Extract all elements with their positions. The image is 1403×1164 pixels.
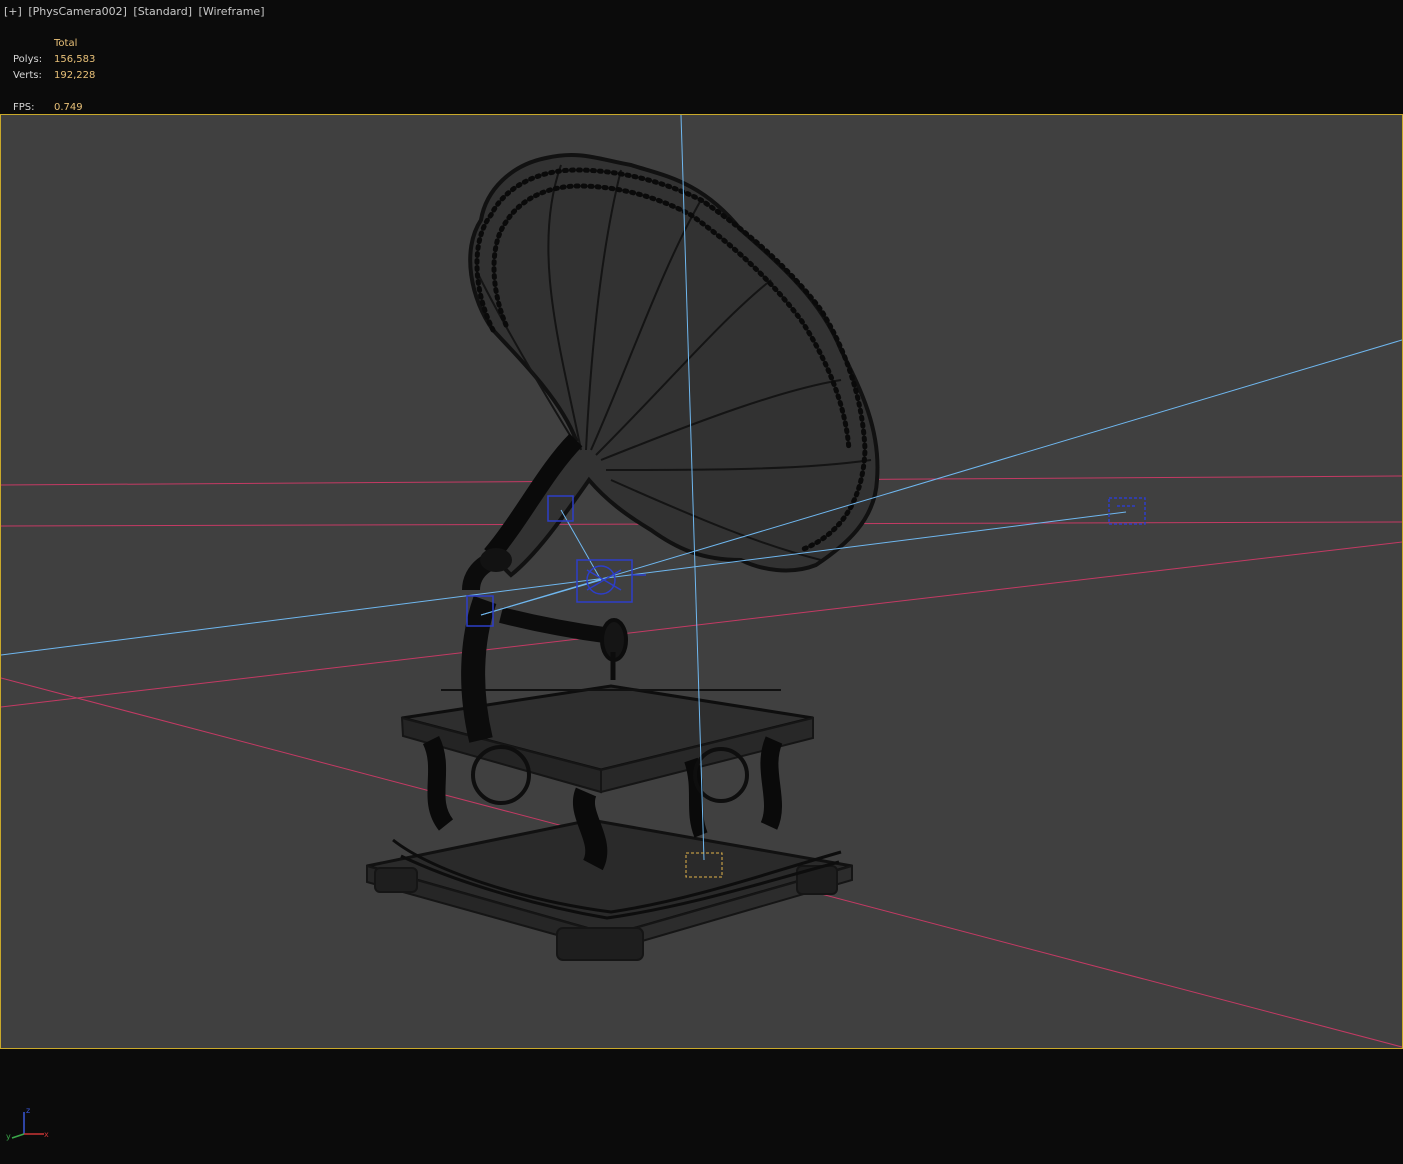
gramophone-horn[interactable]: [468, 153, 880, 578]
verts-label: Verts:: [13, 70, 42, 81]
axis-y-label: y: [6, 1132, 11, 1141]
world-axis-gizmo: z x y: [4, 1104, 56, 1144]
viewport-menu-button[interactable]: [+]: [4, 5, 22, 18]
axis-z-label: z: [26, 1106, 30, 1115]
stats-total-header: Total: [54, 38, 78, 49]
camera-view-button[interactable]: [PhysCamera002]: [28, 5, 127, 18]
verts-value: 192,228: [54, 70, 96, 81]
viewport-safe-frame[interactable]: [0, 114, 1403, 1049]
axis-x-label: x: [44, 1130, 49, 1139]
wireframe-scene[interactable]: [1, 115, 1402, 1048]
gramophone-base[interactable]: [366, 684, 853, 961]
polys-label: Polys:: [13, 54, 43, 65]
display-mode-button[interactable]: [Wireframe]: [199, 5, 265, 18]
shading-mode-button[interactable]: [Standard]: [133, 5, 192, 18]
viewport-label: [+] [PhysCamera002] [Standard] [Wirefram…: [4, 5, 265, 18]
light-icon[interactable]: [576, 559, 646, 603]
polys-value: 156,583: [54, 54, 96, 65]
camera-target-icon[interactable]: [1108, 497, 1146, 525]
